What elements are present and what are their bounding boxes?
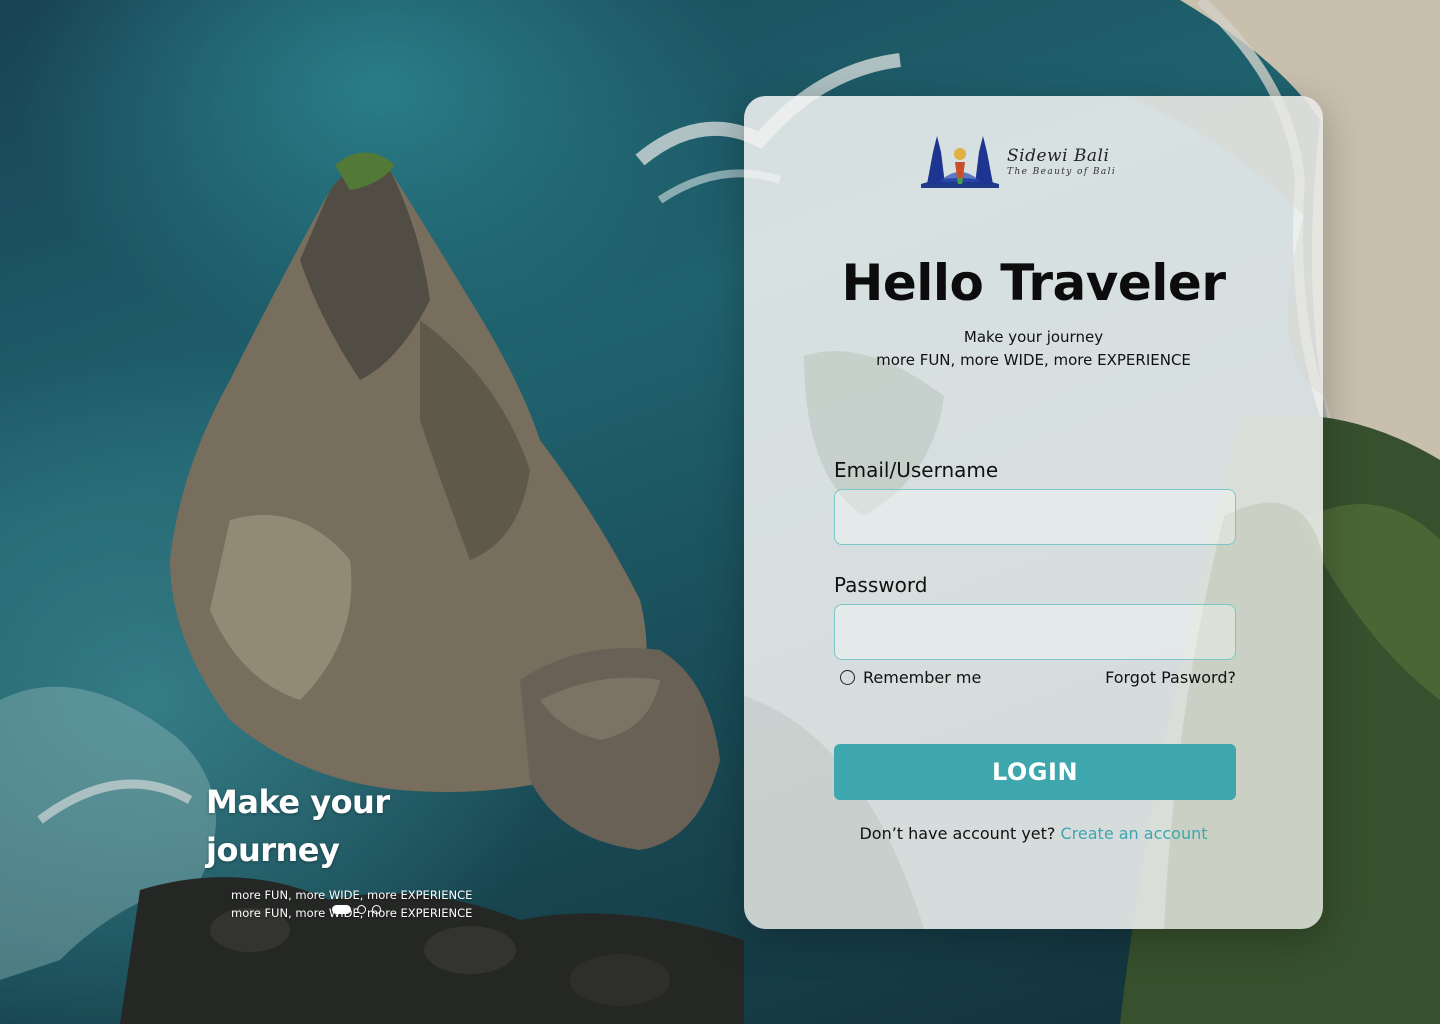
brand-name: Sidewi Bali (1007, 146, 1110, 166)
carousel-dot-2[interactable] (357, 905, 366, 914)
email-field[interactable] (834, 489, 1236, 545)
email-label: Email/Username (834, 458, 999, 482)
page-title: Hello Traveler (841, 254, 1226, 312)
carousel-indicators (332, 905, 381, 914)
brand-tagline: The Beauty of Bali (1007, 167, 1117, 177)
subtitle: Make your journey more FUN, more WIDE, m… (744, 326, 1323, 372)
temple-gate-logo-icon (921, 136, 999, 188)
remember-me-radio[interactable] (840, 670, 855, 685)
subtitle-line-2: more FUN, more WIDE, more EXPERIENCE (876, 351, 1191, 369)
password-label: Password (834, 573, 928, 597)
signup-prompt: Don’t have account yet? Create an accoun… (744, 824, 1323, 843)
subtitle-line-1: Make your journey (963, 328, 1104, 346)
hero-description: more FUN, more WIDE, more EXPERIENCE mor… (206, 886, 516, 922)
login-button[interactable]: LOGIN (834, 744, 1236, 800)
login-card: Sidewi Bali The Beauty of Bali Hello Tra… (744, 96, 1323, 929)
carousel-dot-1[interactable] (332, 905, 351, 914)
hero-caption: Make your journey more FUN, more WIDE, m… (206, 778, 516, 922)
remember-me-option[interactable]: Remember me (840, 668, 981, 687)
carousel-dot-3[interactable] (372, 905, 381, 914)
hero-line: more FUN, more WIDE, more EXPERIENCE (231, 888, 473, 902)
remember-me-label: Remember me (863, 668, 982, 687)
password-field[interactable] (834, 604, 1236, 660)
signup-prompt-text: Don’t have account yet? (859, 824, 1056, 843)
forgot-password-link[interactable]: Forgot Pasword? (1105, 668, 1236, 687)
brand-wordmark: Sidewi Bali The Beauty of Bali (1007, 146, 1116, 177)
hero-title: Make your journey (206, 783, 390, 869)
create-account-link[interactable]: Create an account (1061, 824, 1208, 843)
brand-logo: Sidewi Bali The Beauty of Bali (919, 132, 1129, 188)
